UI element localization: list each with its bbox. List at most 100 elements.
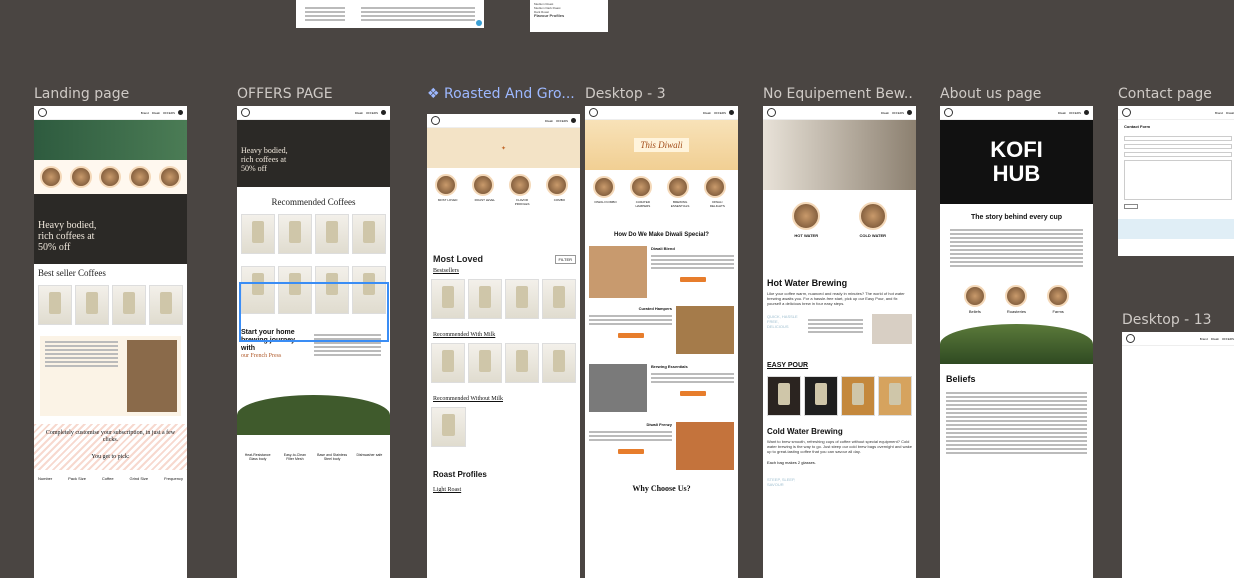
nav-link[interactable]: Brand [1200, 337, 1208, 341]
product-card[interactable] [542, 279, 576, 319]
option-pack-size[interactable]: Pack Size [68, 476, 86, 481]
nav-link[interactable]: OFFERS [366, 111, 378, 115]
user-icon[interactable] [907, 110, 912, 115]
option-frequency[interactable]: Frequency [164, 476, 183, 481]
cold-brewing-title: Cold Water Brewing [767, 427, 843, 436]
nav-link[interactable]: Diwali [1226, 111, 1234, 115]
product-card[interactable] [767, 376, 801, 416]
frame-label-roasted[interactable]: ❖ Roasted And Gro... [427, 86, 577, 102]
product-card[interactable] [431, 407, 466, 447]
product-card[interactable] [542, 343, 576, 383]
frame-roasted[interactable]: Diwali OFFERS ✦ MOST LOVED ROAST LEVEL FL… [427, 114, 580, 578]
product-card[interactable] [804, 376, 838, 416]
category-circle[interactable] [471, 174, 494, 196]
frame-label-about[interactable]: About us page [940, 86, 1090, 102]
beliefs-circle[interactable] [963, 285, 986, 307]
category-circle[interactable] [704, 176, 727, 198]
product-card[interactable] [315, 214, 349, 254]
product-card[interactable] [352, 214, 386, 254]
frame-label-desktop-3[interactable]: Desktop - 3 [585, 86, 735, 102]
product-card[interactable] [841, 376, 875, 416]
product-card[interactable] [505, 279, 539, 319]
frame-label-no-equipment[interactable]: No Equipement Bew... [763, 86, 913, 102]
order-button[interactable] [617, 449, 644, 454]
order-button[interactable] [679, 391, 706, 396]
nav-link[interactable]: Diwali [545, 119, 553, 123]
order-button[interactable] [679, 277, 706, 282]
nav-link[interactable]: OFFERS [556, 119, 568, 123]
category-circle[interactable] [629, 176, 652, 198]
frame-desktop-3[interactable]: Diwali OFFERS This Diwali DIWALI KOMBO CU… [585, 106, 738, 578]
nav-link[interactable]: OFFERS [1222, 337, 1234, 341]
logo-icon [241, 108, 250, 117]
nav-link[interactable]: OFFERS [1069, 111, 1081, 115]
product-card[interactable] [112, 285, 146, 325]
email-field[interactable] [1124, 144, 1232, 149]
nav-link[interactable]: Diwali [152, 111, 160, 115]
category-circle[interactable] [509, 174, 532, 196]
frame-label-contact[interactable]: Contact page [1118, 86, 1234, 102]
option-coffee[interactable]: Coffee [102, 476, 114, 481]
category-circle[interactable] [546, 174, 569, 196]
roasteries-circle[interactable] [1005, 285, 1028, 307]
beliefs-title: Beliefs [946, 374, 976, 384]
nav-link[interactable]: Diwali [1211, 337, 1219, 341]
filter-button[interactable]: FILTER [554, 254, 576, 264]
frame-label-offers[interactable]: OFFERS PAGE [237, 86, 387, 102]
farms-circle[interactable] [1047, 285, 1070, 307]
frame-contact[interactable]: Brand Diwali Contact Form [1118, 106, 1234, 256]
product-card[interactable] [241, 214, 275, 254]
category-circle[interactable] [159, 166, 182, 188]
user-icon[interactable] [571, 118, 576, 123]
product-card[interactable] [878, 376, 912, 416]
user-icon[interactable] [1084, 110, 1089, 115]
order-button[interactable] [617, 333, 644, 338]
frame-offers[interactable]: Diwali OFFERS Heavy bodied, rich coffees … [237, 106, 390, 578]
product-card[interactable] [468, 279, 502, 319]
option-number[interactable]: Number [38, 476, 52, 481]
option-grind-size[interactable]: Grind Size [129, 476, 148, 481]
frame-desktop-13[interactable]: Brand Diwali OFFERS [1122, 332, 1234, 578]
submit-button[interactable] [1124, 204, 1138, 209]
product-card[interactable] [149, 285, 183, 325]
name-field[interactable] [1124, 136, 1232, 141]
nav-link[interactable]: Brand [1215, 111, 1223, 115]
category-circle[interactable] [434, 174, 457, 196]
category-circle[interactable] [129, 166, 152, 188]
nav-link[interactable]: Diwali [355, 111, 363, 115]
user-icon[interactable] [178, 110, 183, 115]
hot-water-circle[interactable] [792, 202, 821, 230]
product-card[interactable] [38, 285, 72, 325]
product-card[interactable] [505, 343, 539, 383]
nav-link[interactable]: OFFERS [714, 111, 726, 115]
pick-text: You get to pick: [91, 454, 130, 460]
question-title: How Do We Make Diwali Special? [614, 232, 709, 238]
product-card[interactable] [431, 343, 465, 383]
category-circle[interactable] [99, 166, 122, 188]
category-circle[interactable] [667, 176, 690, 198]
product-card[interactable] [75, 285, 109, 325]
nav-link[interactable]: OFFERS [163, 111, 175, 115]
product-card[interactable] [431, 279, 465, 319]
nav-link[interactable]: Diwali [1058, 111, 1066, 115]
cold-water-circle[interactable] [858, 202, 887, 230]
frame-label-desktop-13[interactable]: Desktop - 13 [1122, 312, 1234, 328]
user-icon[interactable] [729, 110, 734, 115]
nav-link[interactable]: Brand [141, 111, 149, 115]
nav-link[interactable]: Diwali [703, 111, 711, 115]
frame-about[interactable]: Diwali OFFERS KOFI HUB The story behind e… [940, 106, 1093, 578]
product-card[interactable] [468, 343, 502, 383]
user-icon[interactable] [381, 110, 386, 115]
subscription-card [40, 336, 181, 416]
frame-landing[interactable]: Brand Diwali OFFERS Heavy bodied, rich cof… [34, 106, 187, 578]
category-circle[interactable] [69, 166, 92, 188]
category-circle[interactable] [39, 166, 62, 188]
product-card[interactable] [278, 214, 312, 254]
frame-no-equipment[interactable]: Diwali OFFERS HOT WATER COLD WATER Hot Wa… [763, 106, 916, 578]
category-circle[interactable] [592, 176, 615, 198]
frame-label-landing[interactable]: Landing page [34, 86, 184, 102]
phone-field[interactable] [1124, 152, 1232, 157]
nav-link[interactable]: Diwali [881, 111, 889, 115]
message-field[interactable] [1124, 160, 1232, 200]
nav-link[interactable]: OFFERS [892, 111, 904, 115]
